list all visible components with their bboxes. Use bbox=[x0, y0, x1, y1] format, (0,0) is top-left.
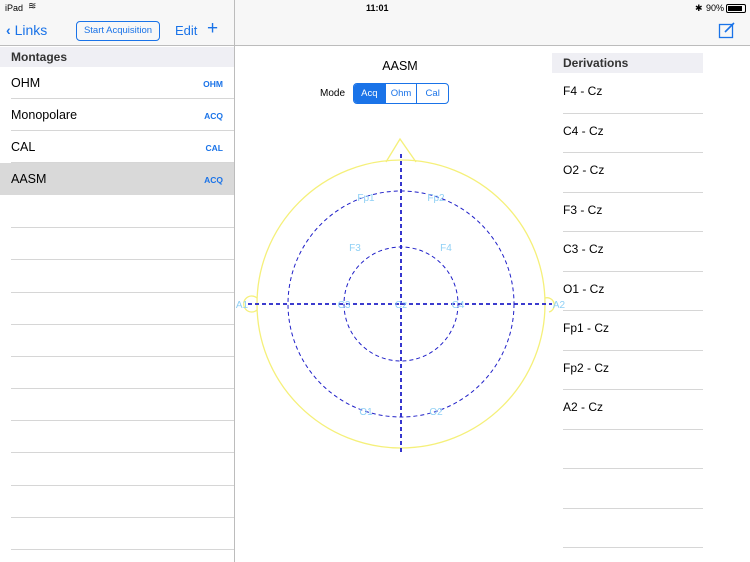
electrode-o2[interactable]: O2 bbox=[429, 407, 443, 418]
derivation-item[interactable]: C3 - Cz bbox=[563, 232, 703, 272]
electrode-fp2[interactable]: Fp2 bbox=[427, 193, 445, 204]
electrode-f3[interactable]: F3 bbox=[349, 243, 361, 254]
derivation-empty-row bbox=[563, 469, 703, 509]
derivation-empty-row bbox=[563, 430, 703, 469]
derivation-item[interactable]: F4 - Cz bbox=[563, 74, 703, 114]
electrode-cz[interactable]: Cz bbox=[395, 300, 407, 311]
electrode-c3[interactable]: C3 bbox=[338, 300, 351, 311]
derivation-item[interactable]: C4 - Cz bbox=[563, 114, 703, 153]
electrode-o1[interactable]: O1 bbox=[359, 407, 373, 418]
nose-icon bbox=[385, 137, 417, 163]
derivation-item[interactable]: F3 - Cz bbox=[563, 193, 703, 232]
derivation-item[interactable]: O2 - Cz bbox=[563, 153, 703, 193]
derivation-item[interactable]: O1 - Cz bbox=[563, 272, 703, 311]
electrode-f4[interactable]: F4 bbox=[440, 243, 452, 254]
derivation-empty-row bbox=[563, 509, 703, 548]
derivation-item[interactable]: Fp2 - Cz bbox=[563, 351, 703, 390]
electrode-a1[interactable]: A1 bbox=[236, 300, 249, 311]
derivations-header: Derivations bbox=[552, 53, 703, 73]
derivation-item[interactable]: A2 - Cz bbox=[563, 390, 703, 430]
derivation-item[interactable]: Fp1 - Cz bbox=[563, 311, 703, 351]
electrode-c4[interactable]: C4 bbox=[452, 300, 465, 311]
electrode-fp1[interactable]: Fp1 bbox=[357, 193, 375, 204]
